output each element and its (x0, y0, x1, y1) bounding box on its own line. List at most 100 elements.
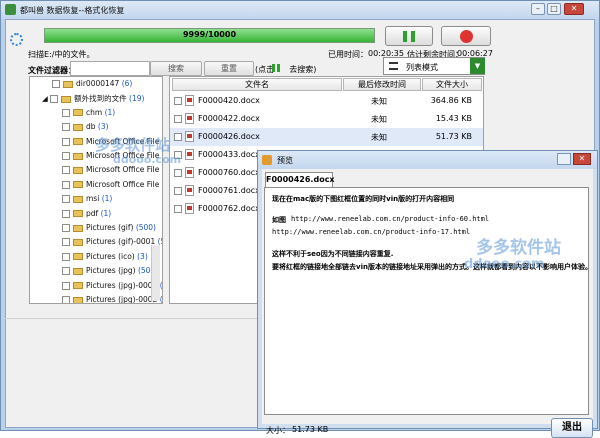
row-checkbox[interactable] (174, 187, 182, 195)
docx-file-icon (185, 167, 194, 178)
tree-item-label: Microsoft Office File (86, 165, 160, 175)
row-checkbox[interactable] (174, 169, 182, 177)
file-name: F0000760.docx (198, 168, 260, 177)
tree-item[interactable]: Microsoft Office File (62, 180, 159, 194)
tree-item[interactable]: msi (1) (62, 194, 112, 208)
tree-checkbox[interactable] (62, 224, 70, 232)
file-name: F0000433.docx (198, 150, 260, 159)
preview-maximize-button[interactable] (557, 153, 571, 165)
docx-file-icon (185, 113, 194, 124)
folder-icon (73, 224, 83, 232)
tree-scrollbar[interactable] (151, 245, 160, 301)
folder-tree[interactable]: dir0000147 (6) ◢ 额外找到的文件 (19) chm (1) db (3… (29, 76, 163, 304)
tree-item[interactable]: Pictures (jpg)-0001 ( (62, 280, 163, 295)
row-checkbox[interactable] (174, 205, 182, 213)
tree-item-count: (500) (135, 223, 156, 232)
preview-dialog: 预览 ✕ F0000426.docx 现在在mac版的下图红框位置的同时vin版… (257, 150, 598, 438)
search-hint: (点击 去搜索) (255, 64, 316, 75)
tree-checkbox[interactable] (62, 195, 70, 204)
tree-item[interactable]: pdf (1) (62, 209, 111, 223)
tree-item-count: ( (159, 280, 163, 290)
tree-item[interactable]: Pictures (jpg)-0002 ( (62, 295, 162, 303)
row-checkbox[interactable] (174, 133, 182, 141)
pause-hint-icon (272, 64, 280, 72)
expand-icon[interactable]: ◢ (42, 94, 50, 103)
table-row[interactable]: F0000426.docx 未知 51.73 KB (170, 128, 483, 146)
tree-item[interactable]: Microsoft Office File (62, 165, 159, 179)
reset-button[interactable]: 重置 (204, 61, 254, 76)
tree-item-label: db (86, 122, 96, 132)
column-header-modified[interactable]: 最后修改时间 (343, 78, 421, 91)
preview-line: 这样不利于seo因为不同链接内容重复. (272, 250, 394, 258)
folder-icon (73, 138, 83, 146)
tree-item-label: Pictures (gif) (86, 223, 134, 232)
tree-checkbox[interactable] (62, 152, 70, 160)
stop-icon (460, 30, 473, 43)
tree-item[interactable]: Pictures (jpg) (500) (62, 266, 158, 280)
folder-icon (73, 166, 83, 174)
file-size: 51.73 KB (435, 132, 472, 141)
tree-item[interactable]: Pictures (ico) (3) (62, 252, 148, 266)
elapsed-label: 已用时间： (328, 50, 368, 59)
preview-title-bar[interactable]: 预览 ✕ (258, 151, 597, 169)
preview-tab[interactable]: F0000426.docx (265, 172, 335, 188)
file-modified: 未知 (371, 133, 387, 142)
folder-icon (73, 296, 83, 303)
tree-checkbox[interactable] (62, 252, 70, 261)
table-row[interactable]: F0000422.docx 未知 15.43 KB (170, 110, 483, 128)
window-title: 都叫兽 数据恢复--格式化恢复 (20, 6, 125, 15)
tree-checkbox[interactable] (50, 95, 59, 104)
watermark-brand: 多多软件站 (476, 238, 561, 258)
search-button[interactable]: 搜索 (150, 61, 202, 76)
tree-checkbox[interactable] (62, 209, 70, 218)
filter-input[interactable] (70, 61, 150, 76)
folder-icon (73, 282, 83, 290)
tree-checkbox[interactable] (62, 296, 70, 303)
preview-title: 预览 (277, 156, 293, 165)
tree-item[interactable]: ◢ 额外找到的文件 (19) (42, 93, 144, 107)
column-header-name[interactable]: 文件名 (172, 78, 342, 91)
tree-checkbox[interactable] (62, 123, 70, 132)
file-modified: 未知 (371, 115, 387, 124)
stop-button[interactable] (441, 26, 491, 46)
tree-checkbox[interactable] (62, 166, 70, 175)
column-header-size[interactable]: 文件大小 (422, 78, 482, 91)
row-checkbox[interactable] (174, 97, 182, 105)
preview-line: 如图 (272, 216, 286, 224)
folder-icon (73, 238, 83, 246)
folder-icon (73, 195, 83, 203)
scanning-spinner-icon (10, 33, 23, 46)
tree-checkbox[interactable] (62, 267, 70, 276)
list-view-icon (389, 62, 398, 70)
tree-checkbox[interactable] (62, 238, 70, 247)
tree-checkbox[interactable] (52, 80, 60, 88)
pause-button[interactable] (385, 26, 433, 46)
chevron-down-icon[interactable]: ▼ (470, 58, 485, 74)
preview-close-button[interactable]: ✕ (573, 153, 591, 165)
table-row[interactable]: F0000420.docx 未知 364.86 KB (170, 92, 483, 110)
tree-item-count: (1) (101, 194, 113, 204)
tree-checkbox[interactable] (62, 137, 70, 146)
exit-button[interactable]: 退出 (551, 418, 593, 438)
row-checkbox[interactable] (174, 115, 182, 123)
tree-checkbox[interactable] (62, 108, 70, 117)
close-button[interactable]: ✕ (564, 3, 584, 15)
tree-item[interactable]: chm (1) (62, 108, 115, 122)
tree-checkbox[interactable] (62, 281, 70, 290)
tree-item[interactable]: Pictures (gif) (500) (62, 223, 156, 237)
maximize-button[interactable]: □ (547, 3, 561, 15)
tree-checkbox[interactable] (62, 180, 70, 189)
scan-status-text: 扫描E:/中的文件。 (28, 50, 95, 59)
tree-item-count: (6) (121, 79, 133, 88)
title-bar[interactable]: 都叫兽 数据恢复--格式化恢复 – □ ✕ (1, 1, 599, 19)
file-modified: 未知 (371, 97, 387, 106)
folder-icon (73, 109, 83, 117)
file-name: F0000761.docx (198, 186, 260, 195)
folder-icon (73, 267, 83, 275)
folder-icon (73, 123, 83, 131)
minimize-button[interactable]: – (531, 3, 545, 15)
filter-label: 文件过滤器： (28, 66, 76, 75)
tree-item[interactable]: Pictures (gif)-0001 (5 (62, 237, 162, 251)
tree-item[interactable]: dir0000147 (6) (52, 79, 132, 93)
view-mode-select[interactable]: 列表模式 ▼ (383, 57, 485, 75)
